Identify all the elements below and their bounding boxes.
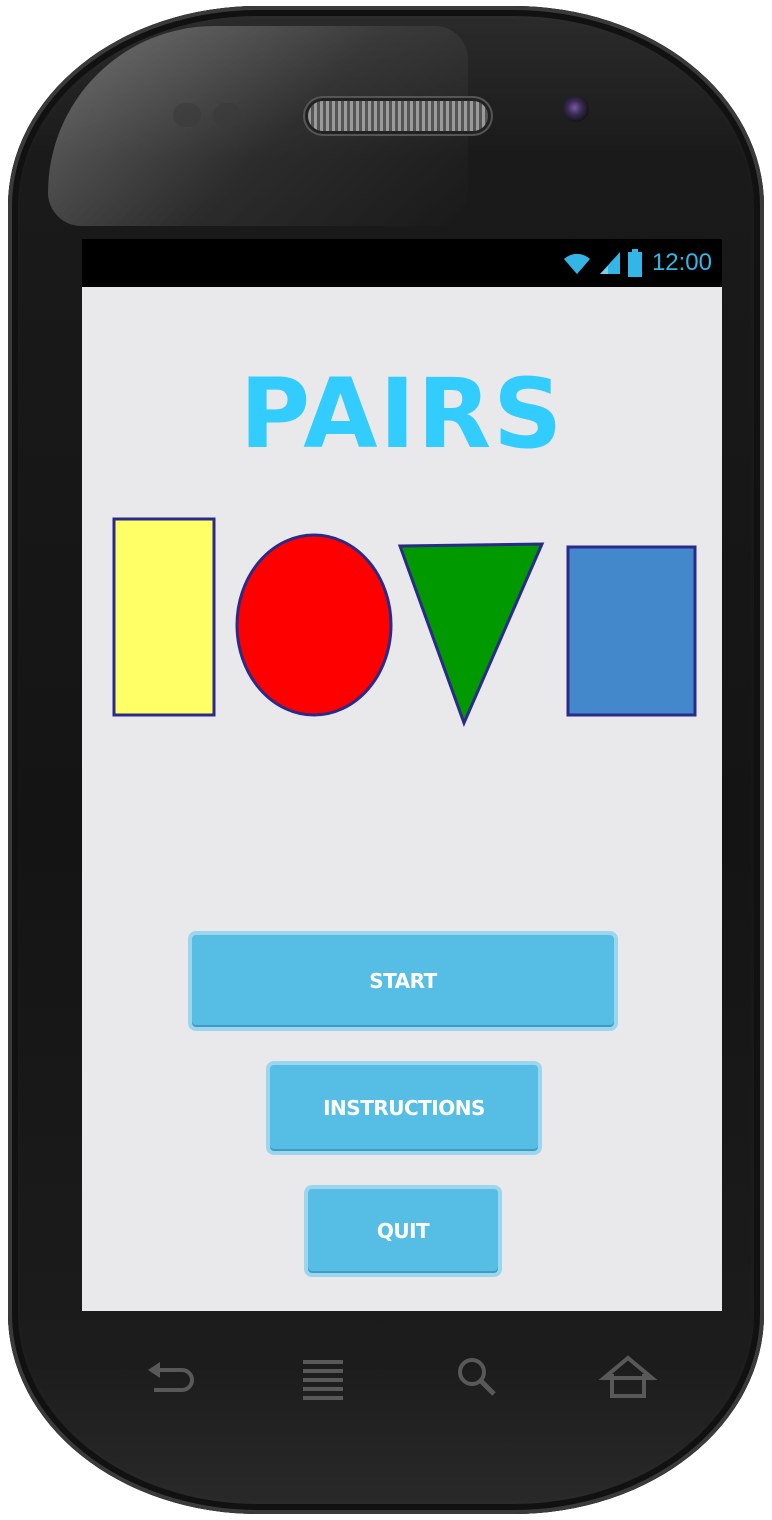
signal-icon xyxy=(599,252,620,274)
back-icon[interactable] xyxy=(138,1348,198,1408)
front-camera xyxy=(563,96,589,122)
green-triangle-shape xyxy=(397,542,545,728)
red-circle-shape xyxy=(235,533,393,717)
status-time: 12:00 xyxy=(651,249,712,276)
yellow-rectangle-shape xyxy=(112,517,216,717)
app-title: PAIRS xyxy=(239,358,565,470)
earpiece-speaker xyxy=(308,101,488,131)
blue-square-shape xyxy=(566,545,697,717)
quit-button[interactable]: QUIT xyxy=(304,1185,502,1277)
shapes-illustration xyxy=(112,517,697,728)
menu-icon[interactable] xyxy=(293,1348,353,1408)
light-sensor xyxy=(213,103,241,127)
hardware-nav-bar xyxy=(118,1348,668,1408)
battery-icon xyxy=(627,249,642,277)
instructions-button[interactable]: INSTRUCTIONS xyxy=(266,1061,542,1155)
status-icons: 12:00 xyxy=(562,247,712,279)
start-button[interactable]: START xyxy=(188,931,618,1031)
home-icon[interactable] xyxy=(598,1348,658,1408)
search-icon[interactable] xyxy=(448,1348,508,1408)
wifi-icon xyxy=(563,253,590,274)
app-screen: 12:00 PAIRS START INSTRUCTIONS QUIT xyxy=(82,239,722,1311)
proximity-sensor xyxy=(173,103,201,127)
status-bar: 12:00 xyxy=(82,239,722,287)
phone-frame: 12:00 PAIRS START INSTRUCTIONS QUIT xyxy=(8,6,764,1514)
